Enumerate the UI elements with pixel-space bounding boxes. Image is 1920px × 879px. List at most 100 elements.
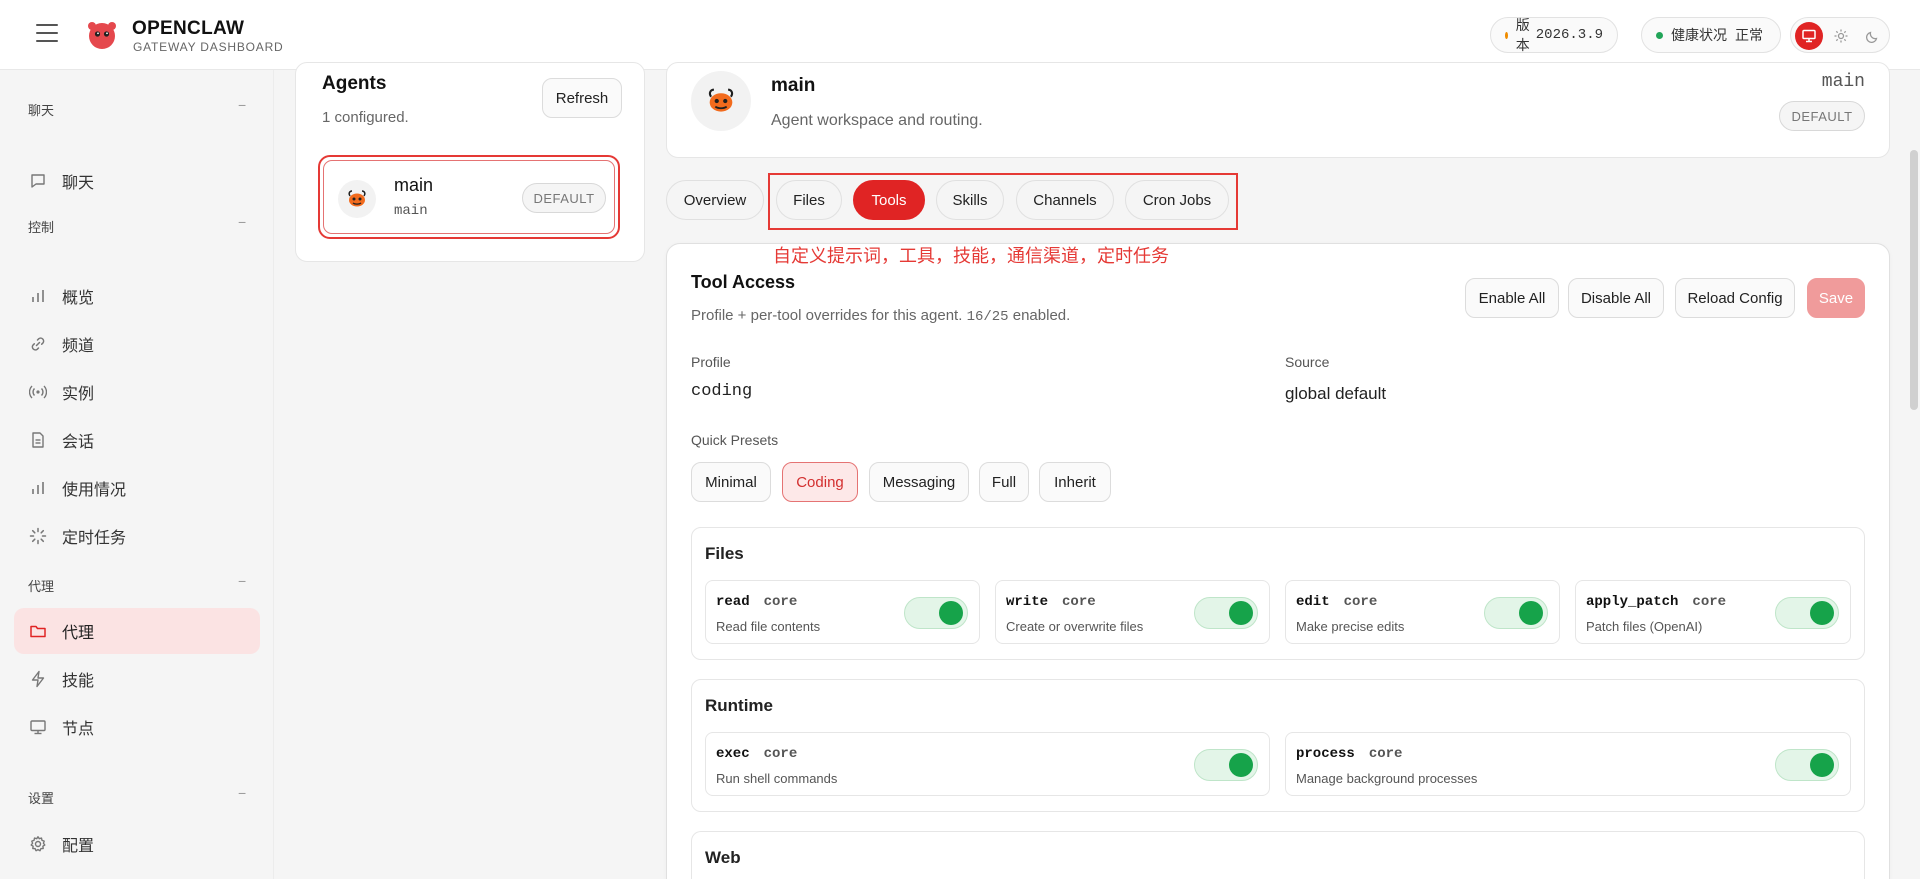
bar-chart-icon [28, 286, 48, 306]
sidebar-item-cron[interactable]: 定时任务 [14, 513, 260, 559]
chat-icon [28, 171, 48, 191]
brand-title: OPENCLAW [132, 18, 245, 39]
tool-name-text: apply_patch [1586, 594, 1679, 610]
presets-label: Quick Presets [691, 432, 779, 448]
sidebar-item-nodes[interactable]: 节点 [14, 704, 260, 750]
sidebar-item-config[interactable]: 配置 [14, 821, 260, 867]
tool-toggle[interactable] [1484, 597, 1548, 629]
tool-name-text: process [1296, 746, 1355, 762]
sidebar-item-sessions[interactable]: 会话 [14, 417, 260, 463]
sidebar-item-agents[interactable]: 代理 [14, 608, 260, 654]
enable-all-button[interactable]: Enable All [1465, 278, 1559, 318]
toggle-knob [1519, 601, 1543, 625]
sidebar-item-label: 使用情况 [62, 482, 127, 499]
sidebar-item-skills[interactable]: 技能 [14, 656, 260, 702]
preset-messaging-button[interactable]: Messaging [869, 462, 969, 502]
reload-config-button[interactable]: Reload Config [1675, 278, 1795, 318]
agent-id: main [394, 203, 428, 219]
tool-name: exec core [716, 746, 797, 762]
collapse-icon[interactable]: − [238, 214, 246, 230]
tool-item-read: read core Read file contents [705, 580, 980, 644]
preset-full-button[interactable]: Full [979, 462, 1029, 502]
highlight-box [768, 173, 1238, 230]
tool-toggle[interactable] [1194, 597, 1258, 629]
tool-name: process core [1296, 746, 1402, 762]
default-badge: DEFAULT [1779, 101, 1865, 131]
sidebar-section-control: 控制 [28, 220, 55, 235]
sidebar-item-channels[interactable]: 频道 [14, 321, 260, 367]
collapse-icon[interactable]: − [238, 573, 246, 589]
tool-tag: core [763, 746, 798, 762]
document-icon [28, 430, 48, 450]
sidebar-item-label: 实例 [62, 386, 95, 403]
bar-chart-icon [28, 478, 48, 498]
theme-system-button[interactable] [1795, 22, 1823, 50]
sidebar-item-instances[interactable]: 实例 [14, 369, 260, 415]
menu-icon[interactable] [36, 24, 58, 42]
agents-title: Agents [322, 73, 387, 94]
tool-toggle[interactable] [1775, 597, 1839, 629]
preset-minimal-button[interactable]: Minimal [691, 462, 771, 502]
tool-toggle[interactable] [904, 597, 968, 629]
moon-icon [1866, 31, 1878, 43]
tool-toggle[interactable] [1775, 749, 1839, 781]
enabled-count: 16/25 [966, 309, 1009, 325]
tool-item-exec: exec core Run shell commands [705, 732, 1270, 796]
tool-item-edit: edit core Make precise edits [1285, 580, 1560, 644]
sidebar-item-label: 定时任务 [62, 530, 127, 547]
version-pill: 版本 2026.3.9 [1490, 17, 1618, 53]
toggle-knob [939, 601, 963, 625]
source-label: Source [1285, 354, 1330, 370]
tab-overview[interactable]: Overview [666, 180, 764, 220]
collapse-icon[interactable]: − [238, 785, 246, 801]
tool-item-apply-patch: apply_patch core Patch files (OpenAI) [1575, 580, 1851, 644]
group-title: Web [705, 848, 741, 867]
theme-dark-button[interactable] [1859, 22, 1887, 50]
tool-tag: core [763, 594, 798, 610]
lobster-icon [348, 190, 366, 207]
broadcast-icon [28, 382, 48, 402]
tool-name: read core [716, 594, 797, 610]
loader-icon [28, 526, 48, 546]
tool-name: edit core [1296, 594, 1377, 610]
tool-group-runtime: Runtime exec core Run shell commands proc… [691, 679, 1865, 812]
default-badge: DEFAULT [522, 183, 606, 213]
tool-name-text: write [1006, 594, 1049, 610]
disable-all-button[interactable]: Disable All [1568, 278, 1664, 318]
subtitle-text: Profile + per-tool overrides for this ag… [691, 307, 963, 324]
collapse-icon[interactable]: − [238, 97, 246, 113]
refresh-button[interactable]: Refresh [542, 78, 622, 118]
theme-light-button[interactable] [1827, 22, 1855, 50]
health-status-dot [1656, 31, 1663, 39]
sidebar-item-overview[interactable]: 概览 [14, 273, 260, 319]
tool-name: write core [1006, 594, 1096, 610]
agent-name: main [394, 175, 434, 195]
tool-item-write: write core Create or overwrite files [995, 580, 1270, 644]
preset-inherit-button[interactable]: Inherit [1039, 462, 1111, 502]
tool-tag: core [1062, 594, 1096, 610]
tool-toggle[interactable] [1194, 749, 1258, 781]
version-value: 2026.3.9 [1535, 27, 1603, 43]
tool-description: Make precise edits [1296, 619, 1405, 634]
sidebar: 聊天 − 聊天 控制 − 概览 频道 实例 会话 使用情况 定时任务 代理 − … [0, 70, 274, 879]
health-value: 正常 [1735, 27, 1763, 43]
health-pill: 健康状况 正常 [1641, 17, 1781, 53]
sidebar-item-label: 概览 [62, 290, 95, 307]
sidebar-item-chat[interactable]: 聊天 [14, 158, 260, 204]
profile-value: coding [691, 382, 753, 401]
sidebar-item-usage[interactable]: 使用情况 [14, 465, 260, 511]
sidebar-item-label: 节点 [62, 721, 95, 738]
health-label: 健康状况 [1671, 27, 1727, 43]
agent-list-item-inner: main main DEFAULT [323, 160, 615, 234]
link-icon [28, 334, 48, 354]
scrollbar[interactable] [1910, 150, 1918, 410]
tool-item-process: process core Manage background processes [1285, 732, 1851, 796]
preset-coding-button[interactable]: Coding [782, 462, 858, 502]
tool-description: Read file contents [716, 619, 821, 634]
save-button[interactable]: Save [1807, 278, 1865, 318]
toggle-knob [1810, 753, 1834, 777]
sidebar-section-chat: 聊天 [28, 103, 55, 118]
profile-label: Profile [691, 354, 731, 370]
agent-list-item[interactable]: main main DEFAULT [318, 155, 620, 239]
tool-description: Manage background processes [1296, 771, 1478, 786]
